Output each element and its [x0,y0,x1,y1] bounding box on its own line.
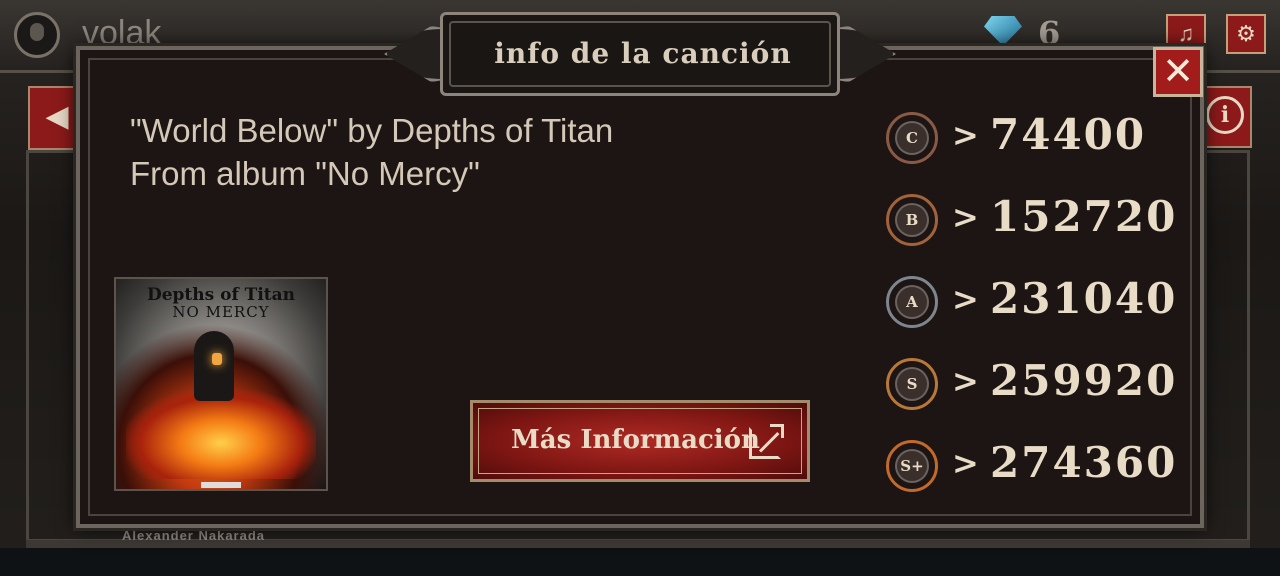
rank-row-s-plus: S+ > 274360 [886,438,1176,494]
rank-badge-b-icon: B [886,194,938,246]
rank-badge-s-plus-icon: S+ [886,440,938,492]
dialog-title-plate: info de la canción [384,12,896,96]
external-link-icon [749,424,784,459]
rank-badge-a-icon: A [886,276,938,328]
back-arrow-icon: ◀ [45,100,69,133]
avatar[interactable] [14,12,60,58]
more-info-label: Más Información [511,425,760,455]
gem-icon [984,16,1022,46]
rank-grade: A [895,285,929,319]
dialog-title: info de la canción [494,37,792,70]
rank-badge-c-icon: C [886,112,938,164]
rank-badge-s-icon: S [886,358,938,410]
rank-symbol: > [952,362,979,400]
rank-score: 152720 [990,192,1178,241]
bottom-artwork-strip [0,548,1280,576]
rank-symbol: > [952,280,979,318]
more-info-button[interactable]: Más Información [470,400,810,482]
info-button[interactable]: i [1196,86,1252,148]
close-icon: ✕ [1162,49,1194,93]
rank-row-a: A > 231040 [886,274,1176,330]
user-silhouette-icon [30,23,44,41]
cover-fire [126,389,316,479]
title-frame: info de la canción [440,12,840,96]
rank-score: 231040 [990,274,1178,323]
settings-button[interactable]: ⚙ [1226,14,1266,54]
cover-lantern [212,353,222,365]
cover-label-strip [201,482,241,488]
cover-album-text: NO MERCY [172,303,270,321]
song-title-line: "World Below" by Depths of Titan [130,112,614,149]
rank-grade: C [895,121,929,155]
rank-row-b: B > 152720 [886,192,1176,248]
album-cover: Depths of Titan NO MERCY [114,277,328,491]
rank-score: 259920 [990,356,1178,405]
rank-grade: S+ [895,449,929,483]
rank-row-c: C > 74400 [886,110,1176,166]
rank-score: 74400 [990,110,1147,159]
rank-symbol: > [952,116,979,154]
music-note-icon: ♫ [1177,21,1195,46]
rank-symbol: > [952,198,979,236]
rank-grade: B [895,203,929,237]
cover-figure [194,331,234,401]
cover-artist-text: Depths of Titan [146,285,296,305]
song-album-line: From album "No Mercy" [130,155,480,192]
close-button[interactable]: ✕ [1153,47,1203,97]
rank-row-s: S > 259920 [886,356,1176,412]
rank-symbol: > [952,444,979,482]
info-icon: i [1206,96,1244,134]
rank-score: 274360 [990,438,1178,487]
rank-grade: S [895,367,929,401]
gear-icon: ⚙ [1236,21,1256,46]
list-bottom-divider [26,540,1250,548]
